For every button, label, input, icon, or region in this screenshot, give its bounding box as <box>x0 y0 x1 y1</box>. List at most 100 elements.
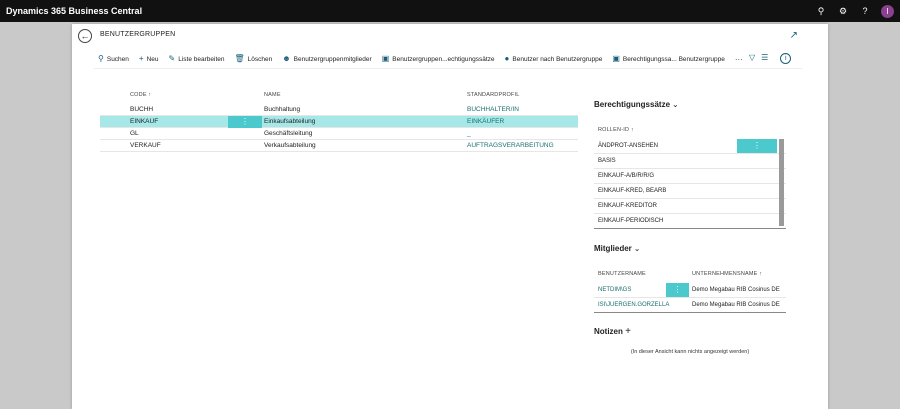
list-view-icon[interactable]: ☰ <box>761 53 768 64</box>
page-title: BENUTZERGRUPPEN <box>100 31 176 38</box>
members-list: BENUTZERNAME UNTERNEHMENSNAME ↑ NETDIM\G… <box>594 271 786 313</box>
row-menu-button[interactable]: ⋮ <box>737 139 777 153</box>
delete-button[interactable]: 🗑 Löschen <box>234 55 272 63</box>
edit-list-icon: ✎ <box>168 54 176 63</box>
cell-profile[interactable]: _ <box>467 130 471 137</box>
column-header-company[interactable]: UNTERNEHMENSNAME ↑ <box>692 271 762 277</box>
list-item[interactable]: ISI\JUERGEN.GORZELLA Demo Megabau RIB Co… <box>594 298 786 313</box>
cell-profile[interactable]: EINKÄUFER <box>467 118 504 125</box>
delete-icon: 🗑 <box>234 54 245 63</box>
users-by-group-button[interactable]: ● Benutzer nach Benutzergruppe <box>505 55 603 63</box>
search-icon[interactable]: ⚲ <box>815 5 827 17</box>
settings-icon[interactable]: ⚙ <box>837 5 849 17</box>
permissions-list: ROLLEN-ID ↑ ÄNDPROT-ANSEHEN ⋮ BASIS EINK… <box>594 127 786 229</box>
list-item[interactable]: ÄNDPROT-ANSEHEN ⋮ <box>594 139 786 154</box>
filter-icon[interactable]: ▽ <box>749 53 755 64</box>
username[interactable]: ISI\JUERGEN.GORZELLA <box>598 302 669 308</box>
role-id[interactable]: ÄNDPROT-ANSEHEN <box>598 143 658 149</box>
cell-code[interactable]: GL <box>130 130 139 137</box>
list-item[interactable]: EINKAUF-KREDITOR <box>594 199 786 214</box>
group-permissions-button[interactable]: ▣ Benutzergruppen...echtigungssätze <box>382 55 495 63</box>
app-title[interactable]: Dynamics 365 Business Central <box>6 6 142 16</box>
edit-list-button[interactable]: ✎ Liste bearbeiten <box>169 55 225 63</box>
members-header: BENUTZERNAME UNTERNEHMENSNAME ↑ <box>594 271 786 283</box>
more-actions-button[interactable]: ··· <box>735 55 743 64</box>
back-button[interactable]: ← <box>78 29 92 43</box>
role-id[interactable]: EINKAUF-KREDITOR <box>598 203 657 209</box>
cell-name: Geschäftsleitung <box>264 130 313 137</box>
page-panel: ← BENUTZERGRUPPEN ↗ ⚲ Suchen + Neu ✎ Liste … <box>72 24 828 409</box>
row-menu-button[interactable]: ⋮ <box>228 116 262 128</box>
members-title[interactable]: Mitglieder ⌄ <box>594 244 786 253</box>
chevron-down-icon[interactable]: ⌄ <box>672 100 679 109</box>
help-icon[interactable]: ? <box>859 5 871 17</box>
table-row[interactable]: GL Geschäftsleitung _ <box>100 128 578 140</box>
action-label: Benutzergruppen...echtigungssätze <box>392 55 495 63</box>
action-label: Berechtigungssa... Benutzergruppe <box>622 55 725 63</box>
page-header: ← BENUTZERGRUPPEN ↗ <box>72 24 828 48</box>
info-icon[interactable]: i <box>780 53 792 64</box>
permissions-title-text: Berechtigungssätze <box>594 100 671 109</box>
members-title-text: Mitglieder <box>594 244 632 253</box>
divider <box>94 68 802 69</box>
list-item[interactable]: BASIS <box>594 154 786 169</box>
notes-title: Notizen + <box>594 326 786 337</box>
permission-icon: ▣ <box>381 54 390 63</box>
cell-name: Verkaufsabteilung <box>264 142 316 149</box>
search-button[interactable]: ⚲ Suchen <box>98 55 129 63</box>
action-label: Suchen <box>106 55 129 63</box>
action-bar: ⚲ Suchen + Neu ✎ Liste bearbeiten 🗑 Löschen … <box>98 53 743 65</box>
members-factbox: Mitglieder ⌄ <box>594 244 786 253</box>
username[interactable]: NETDIM\GS <box>598 287 631 293</box>
company-name: Demo Megabau RIB Cosinus DE <box>692 287 780 293</box>
add-note-button[interactable]: + <box>625 326 631 337</box>
list-item[interactable]: EINKAUF-PERIODISCH <box>594 214 786 229</box>
company-name: Demo Megabau RIB Cosinus DE <box>692 302 780 308</box>
action-label: Benutzergruppenmitglieder <box>293 55 372 63</box>
list-item[interactable]: EINKAUF-A/B/R/R/G <box>594 169 786 184</box>
notes-factbox: Notizen + <box>594 326 786 337</box>
top-bar: Dynamics 365 Business Central ⚲ ⚙ ? I <box>0 0 900 22</box>
column-header-code[interactable]: CODE ↑ <box>130 92 151 98</box>
action-label: Liste bearbeiten <box>178 55 225 63</box>
table-row[interactable]: BUCHH Buchhaltung BUCHHALTER/IN <box>100 104 578 116</box>
role-id[interactable]: EINKAUF-PERIODISCH <box>598 218 663 224</box>
permission-icon: ▣ <box>612 54 620 63</box>
avatar[interactable]: I <box>881 4 894 18</box>
cell-code[interactable]: VERKAUF <box>130 142 161 149</box>
cell-code[interactable]: EINKAUF <box>130 118 158 125</box>
action-label: Neu <box>146 55 159 63</box>
cell-code[interactable]: BUCHH <box>130 106 153 113</box>
cell-profile[interactable]: BUCHHALTER/IN <box>467 106 519 113</box>
new-button[interactable]: + Neu <box>139 55 159 63</box>
group-members-button[interactable]: ☻ Benutzergruppenmitglieder <box>282 55 371 63</box>
notes-empty-message: (In dieser Ansicht kann nichts angezeigt… <box>630 349 750 355</box>
permissions-by-group-button[interactable]: ▣ Berechtigungssa... Benutzergruppe <box>612 55 724 63</box>
column-header-role-id[interactable]: ROLLEN-ID ↑ <box>598 127 786 139</box>
collapse-icon[interactable]: ↗ <box>790 30 798 41</box>
user-icon: ● <box>504 54 510 63</box>
action-label: Benutzer nach Benutzergruppe <box>512 55 603 63</box>
role-id[interactable]: BASIS <box>598 158 616 164</box>
list-header: CODE ↑ NAME STANDARDPROFIL <box>100 92 578 104</box>
permissions-factbox: Berechtigungssätze ⌄ <box>594 100 786 109</box>
cell-profile[interactable]: AUFTRAGSVERARBEITUNG <box>467 142 554 149</box>
role-id[interactable]: EINKAUF-A/B/R/R/G <box>598 173 654 179</box>
permissions-title[interactable]: Berechtigungssätze ⌄ <box>594 100 786 109</box>
plus-icon: + <box>138 54 144 63</box>
column-header-name[interactable]: NAME <box>264 92 281 98</box>
user-groups-list: CODE ↑ NAME STANDARDPROFIL BUCHH Buchhal… <box>100 92 578 152</box>
scrollbar[interactable] <box>779 139 784 226</box>
column-header-username[interactable]: BENUTZERNAME <box>598 271 646 277</box>
column-header-profile[interactable]: STANDARDPROFIL <box>467 92 520 98</box>
row-menu-button[interactable]: ⋮ <box>666 283 689 297</box>
role-id[interactable]: EINKAUF-KRED, BEARB <box>598 188 666 194</box>
table-row[interactable]: VERKAUF Verkaufsabteilung AUFTRAGSVERARB… <box>100 140 578 152</box>
list-item[interactable]: NETDIM\GS ⋮ Demo Megabau RIB Cosinus DE <box>594 283 786 298</box>
list-item[interactable]: EINKAUF-KRED, BEARB <box>594 184 786 199</box>
search-icon: ⚲ <box>98 54 104 63</box>
chevron-down-icon[interactable]: ⌄ <box>634 244 641 253</box>
notes-title-text: Notizen <box>594 327 623 336</box>
table-row-selected[interactable]: EINKAUF ⋮ Einkaufsabteilung EINKÄUFER <box>100 116 578 128</box>
cell-name: Einkaufsabteilung <box>264 118 316 125</box>
